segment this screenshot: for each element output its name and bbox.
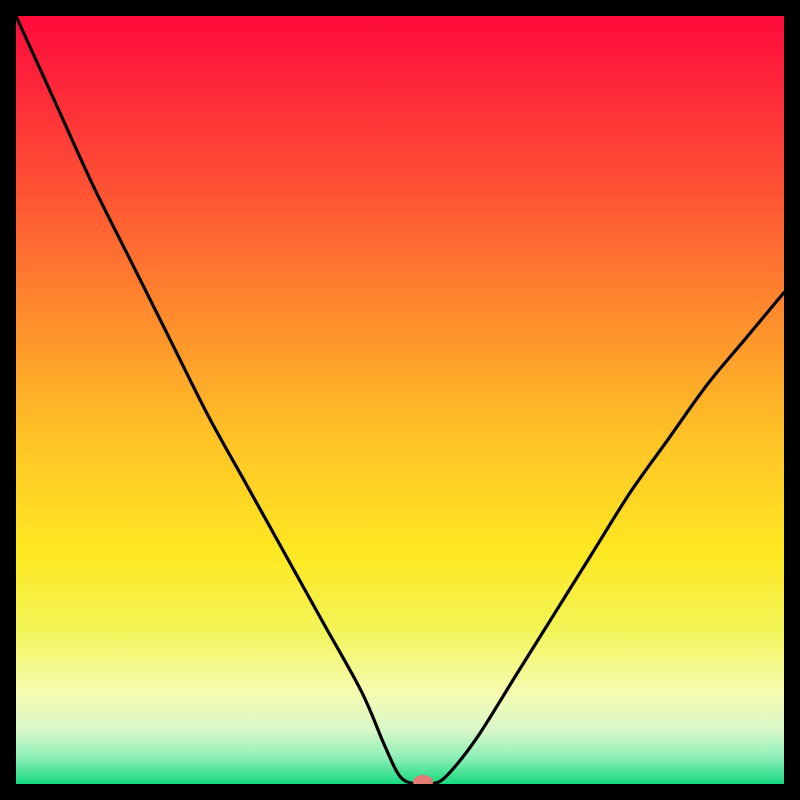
chart-frame: TheBottleneck.com (16, 16, 784, 784)
gradient-background (16, 16, 784, 784)
bottleneck-chart (16, 16, 784, 784)
